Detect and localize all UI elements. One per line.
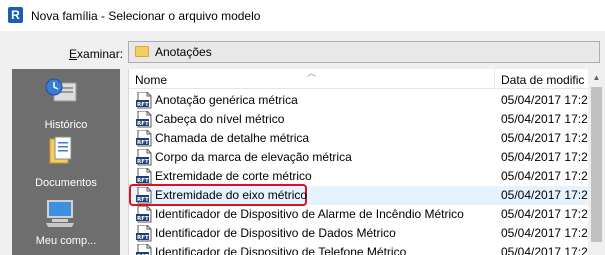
places-sidebar: Histórico Documentos Meu comp... (12, 69, 120, 255)
svg-text:RFT: RFT (137, 102, 149, 108)
vertical-scrollbar[interactable]: ▲ (588, 69, 605, 255)
svg-text:RFT: RFT (137, 216, 149, 222)
scrollbar-thumb[interactable] (591, 87, 602, 242)
rft-file-icon: RFT (136, 206, 152, 223)
revit-app-icon: R (8, 7, 23, 23)
place-history[interactable]: Histórico (12, 75, 120, 133)
file-row[interactable]: RFT Corpo da marca de elevação métrica 05/… (129, 148, 588, 167)
rft-file-icon: RFT (136, 149, 152, 166)
place-history-label: Histórico (44, 119, 88, 131)
column-header-date[interactable]: Data de modific (501, 73, 584, 87)
place-documents[interactable]: Documentos (12, 135, 120, 193)
sort-ascending-icon: ︿ (307, 69, 317, 78)
file-row[interactable]: RFTIdentificador de Dispositivo de Telef… (129, 243, 588, 255)
file-date: 05/04/2017 17:2 (501, 245, 588, 255)
svg-text:RFT: RFT (137, 235, 149, 241)
rft-file-icon: RFT (136, 244, 152, 255)
documents-icon (49, 136, 72, 164)
place-documents-label: Documentos (35, 177, 97, 189)
file-name: Anotação genérica métrica (155, 93, 298, 107)
place-computer-label: Meu comp... (35, 235, 97, 247)
look-in-label: Examinar: (69, 47, 124, 61)
svg-text:RFT: RFT (137, 197, 149, 203)
place-computer[interactable]: Meu comp... (12, 195, 120, 253)
file-name: Extremidade do eixo métrico (155, 188, 308, 202)
file-date: 05/04/2017 17:2 (501, 188, 588, 202)
file-row[interactable]: RFT Identificador de Dispositivo de Alarm… (129, 205, 588, 224)
computer-icon (46, 200, 74, 227)
file-row[interactable]: RFT Chamada de detalhe métrica 05/04/2017 … (129, 129, 588, 148)
scroll-up-arrow-icon[interactable]: ▲ (588, 69, 605, 86)
file-date: 05/04/2017 17:2 (501, 207, 588, 221)
history-icon (45, 78, 77, 102)
file-row[interactable]: RFT Cabeça do nível métrico 05/04/2017 17:… (129, 110, 588, 129)
file-date: 05/04/2017 17:2 (501, 150, 588, 164)
look-in-current-folder: Anotações (155, 45, 212, 59)
window-title: Nova família - Selecionar o arquivo mode… (31, 9, 261, 23)
file-name: Identificador de Dispositivo de Alarme d… (155, 207, 464, 221)
rft-file-icon: RFT (136, 225, 152, 242)
rft-file-icon: RFT (136, 130, 152, 147)
rft-file-icon: RFT (136, 92, 152, 109)
title-bar: R Nova família - Selecionar o arquivo mo… (0, 0, 605, 31)
svg-text:RFT: RFT (137, 121, 149, 127)
look-in-dropdown[interactable]: Anotações (128, 41, 600, 63)
file-name: Corpo da marca de elevação métrica (155, 150, 352, 164)
column-header-row: ︿ Nome Data de modific (129, 69, 588, 89)
file-date: 05/04/2017 17:2 (501, 169, 588, 183)
rft-file-icon: RFT (136, 187, 152, 204)
file-name: Cabeça do nível métrico (155, 112, 285, 126)
column-divider[interactable] (494, 69, 495, 89)
file-name: Identificador de Dispositivo de Telefone… (155, 245, 407, 255)
file-date: 05/04/2017 17:2 (501, 112, 588, 126)
svg-text:RFT: RFT (137, 140, 149, 146)
rft-file-icon: RFT (136, 111, 152, 128)
file-date: 05/04/2017 17:2 (501, 131, 588, 145)
file-date: 05/04/2017 17:2 (501, 226, 588, 240)
file-row[interactable]: RFT Identificador de Dispositivo de Dados… (129, 224, 588, 243)
rft-file-icon: RFT (136, 168, 152, 185)
file-row[interactable]: RFT Extremidade do eixo métrico 05/04/2017… (129, 184, 588, 206)
file-list: ︿ Nome Data de modific RFT Anotação genér… (128, 69, 588, 255)
file-name: Identificador de Dispositivo de Dados Mé… (155, 226, 396, 240)
folder-icon (135, 46, 149, 57)
file-row[interactable]: RFT Anotação genérica métrica 05/04/2017 1… (129, 91, 588, 110)
svg-text:RFT: RFT (137, 159, 149, 165)
file-date: 05/04/2017 17:2 (501, 93, 588, 107)
file-name: Extremidade de corte métrico (155, 169, 312, 183)
file-name: Chamada de detalhe métrica (155, 131, 310, 145)
column-header-name[interactable]: Nome (135, 73, 167, 87)
